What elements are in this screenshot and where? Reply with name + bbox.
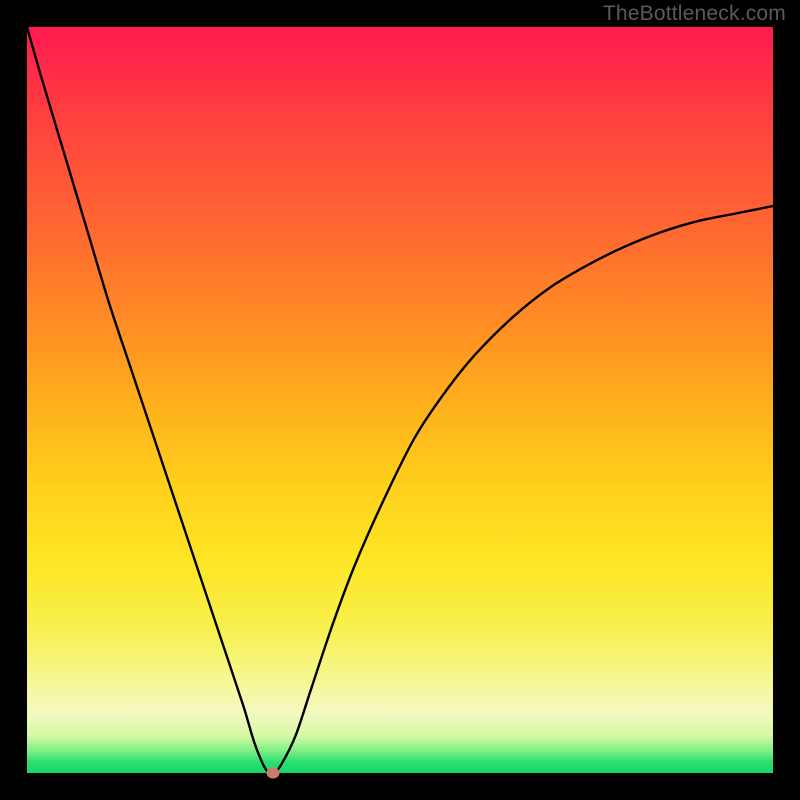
plot-area xyxy=(27,27,773,773)
optimum-marker xyxy=(267,768,280,779)
watermark-text: TheBottleneck.com xyxy=(603,2,786,26)
chart-frame: TheBottleneck.com xyxy=(0,0,800,800)
bottleneck-curve xyxy=(27,27,773,773)
